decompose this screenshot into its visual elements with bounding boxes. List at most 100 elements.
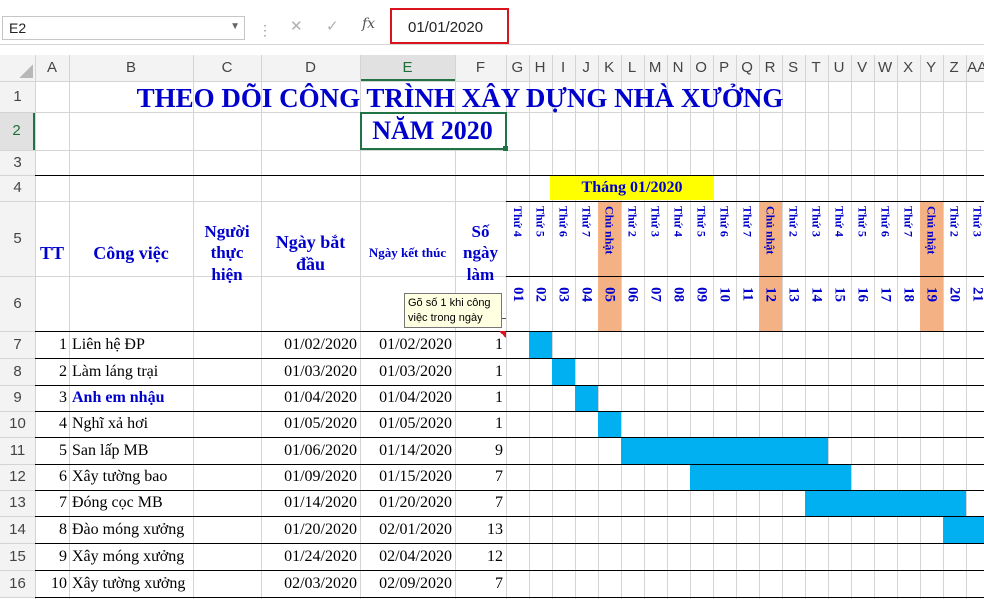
column-header-t[interactable]: T xyxy=(804,55,828,81)
timeline-date-label: 03 xyxy=(555,287,572,302)
row-header-5[interactable]: 5 xyxy=(0,201,35,276)
gantt-bar-cell[interactable] xyxy=(620,437,644,464)
gantt-bar-cell[interactable] xyxy=(712,464,736,490)
worksheet-grid[interactable]: A B C D E F G H I J K L M N O P Q R S T U V W X Y Z AA 1 2 3 4 5 6 7 8 9 10 1… xyxy=(0,0,984,599)
gantt-bar-cell[interactable] xyxy=(850,490,874,516)
timeline-day-label: Thứ 3 xyxy=(648,206,663,237)
row-header-4[interactable]: 4 xyxy=(0,175,35,201)
column-header-e[interactable]: E xyxy=(360,55,455,81)
row-header-6[interactable]: 6 xyxy=(0,276,35,331)
timeline-day-label: Thứ 4 xyxy=(671,206,686,237)
gantt-bar-cell[interactable] xyxy=(689,437,713,464)
task-days: 13 xyxy=(487,521,503,538)
gantt-bar-cell[interactable] xyxy=(781,437,805,464)
column-header-g[interactable]: G xyxy=(506,55,529,81)
column-header-d[interactable]: D xyxy=(261,55,360,81)
row-header-7[interactable]: 7 xyxy=(0,331,35,358)
column-header-r[interactable]: R xyxy=(758,55,782,81)
row-header-3[interactable]: 3 xyxy=(0,150,35,175)
gantt-bar-cell[interactable] xyxy=(712,437,736,464)
gantt-bar-cell[interactable] xyxy=(827,490,851,516)
select-all-triangle-icon[interactable] xyxy=(19,64,33,78)
column-header-l[interactable]: L xyxy=(620,55,644,81)
row-header-15[interactable]: 15 xyxy=(0,543,35,570)
row-header-10[interactable]: 10 xyxy=(0,411,35,437)
column-header-m[interactable]: M xyxy=(643,55,667,81)
column-header-z[interactable]: Z xyxy=(942,55,966,81)
column-header-c[interactable]: C xyxy=(193,55,261,81)
column-header-x[interactable]: X xyxy=(896,55,920,81)
gridline-v xyxy=(896,55,898,599)
column-header-p[interactable]: P xyxy=(712,55,736,81)
row-header-14[interactable]: 14 xyxy=(0,516,35,543)
gantt-bar-cell[interactable] xyxy=(804,490,828,516)
timeline-date-label: 20 xyxy=(946,287,963,302)
gantt-bar-cell[interactable] xyxy=(896,490,920,516)
gantt-bar-cell[interactable] xyxy=(689,464,713,490)
column-header-w[interactable]: W xyxy=(873,55,897,81)
timeline-day-label: Thứ 7 xyxy=(579,206,594,237)
column-header-aa[interactable]: AA xyxy=(965,55,984,81)
gantt-bar-cell[interactable] xyxy=(597,411,621,437)
gantt-bar-cell[interactable] xyxy=(758,464,782,490)
gantt-bar-cell[interactable] xyxy=(873,490,897,516)
gantt-bar-cell[interactable] xyxy=(551,358,575,385)
row-header-2[interactable]: 2 xyxy=(0,112,35,150)
gantt-bar-cell[interactable] xyxy=(781,464,805,490)
table-border-h xyxy=(35,516,984,517)
gridline-v xyxy=(850,55,852,599)
table-border-h xyxy=(35,570,984,571)
gantt-bar-cell[interactable] xyxy=(827,464,851,490)
task-days: 1 xyxy=(495,336,503,353)
row-header-9[interactable]: 9 xyxy=(0,385,35,411)
column-header-s[interactable]: S xyxy=(781,55,805,81)
gantt-bar-cell[interactable] xyxy=(735,437,759,464)
column-header-n[interactable]: N xyxy=(666,55,690,81)
row-header-8[interactable]: 8 xyxy=(0,358,35,385)
gantt-bar-cell[interactable] xyxy=(804,437,828,464)
gantt-bar-cell[interactable] xyxy=(942,490,966,516)
timeline-day-label: Thứ 6 xyxy=(717,206,732,237)
column-header-q[interactable]: Q xyxy=(735,55,759,81)
gantt-bar-cell[interactable] xyxy=(758,437,782,464)
gridline-v xyxy=(827,55,829,599)
gantt-bar-cell[interactable] xyxy=(735,464,759,490)
table-border-h xyxy=(35,437,984,438)
fill-handle[interactable] xyxy=(503,146,508,151)
gantt-bar-cell[interactable] xyxy=(643,437,667,464)
table-border-h xyxy=(35,385,984,386)
timeline-date-label: 01 xyxy=(509,287,526,302)
column-header-k[interactable]: K xyxy=(597,55,621,81)
column-header-i[interactable]: I xyxy=(551,55,575,81)
column-header-o[interactable]: O xyxy=(689,55,713,81)
timeline-date-label: 06 xyxy=(624,287,641,302)
gridline-v xyxy=(781,55,783,599)
header-start: Ngày bắt đầu xyxy=(275,231,346,275)
column-header-h[interactable]: H xyxy=(528,55,552,81)
timeline-day-label: Thứ 2 xyxy=(786,206,801,237)
comment-indicator-icon[interactable] xyxy=(499,331,506,338)
gantt-bar-cell[interactable] xyxy=(919,490,943,516)
row-header-1[interactable]: 1 xyxy=(0,81,35,112)
column-header-y[interactable]: Y xyxy=(919,55,943,81)
gantt-bar-cell[interactable] xyxy=(666,437,690,464)
row-header-13[interactable]: 13 xyxy=(0,490,35,516)
column-header-j[interactable]: J xyxy=(574,55,598,81)
row-header-16[interactable]: 16 xyxy=(0,570,35,597)
gantt-bar-cell[interactable] xyxy=(965,516,984,543)
timeline-date-label: 11 xyxy=(739,287,756,302)
column-header-v[interactable]: V xyxy=(850,55,874,81)
column-header-f[interactable]: F xyxy=(455,55,506,81)
gridline-h xyxy=(0,150,984,151)
column-header-a[interactable]: A xyxy=(35,55,69,81)
gantt-bar-cell[interactable] xyxy=(804,464,828,490)
task-end-date: 01/15/2020 xyxy=(379,468,452,485)
column-header-u[interactable]: U xyxy=(827,55,851,81)
gantt-bar-cell[interactable] xyxy=(574,385,598,411)
row-header-12[interactable]: 12 xyxy=(0,464,35,490)
row-header-11[interactable]: 11 xyxy=(0,437,35,464)
timeline-date-label: 08 xyxy=(670,287,687,302)
gantt-bar-cell[interactable] xyxy=(528,331,552,358)
column-header-b[interactable]: B xyxy=(69,55,193,81)
gantt-bar-cell[interactable] xyxy=(942,516,966,543)
